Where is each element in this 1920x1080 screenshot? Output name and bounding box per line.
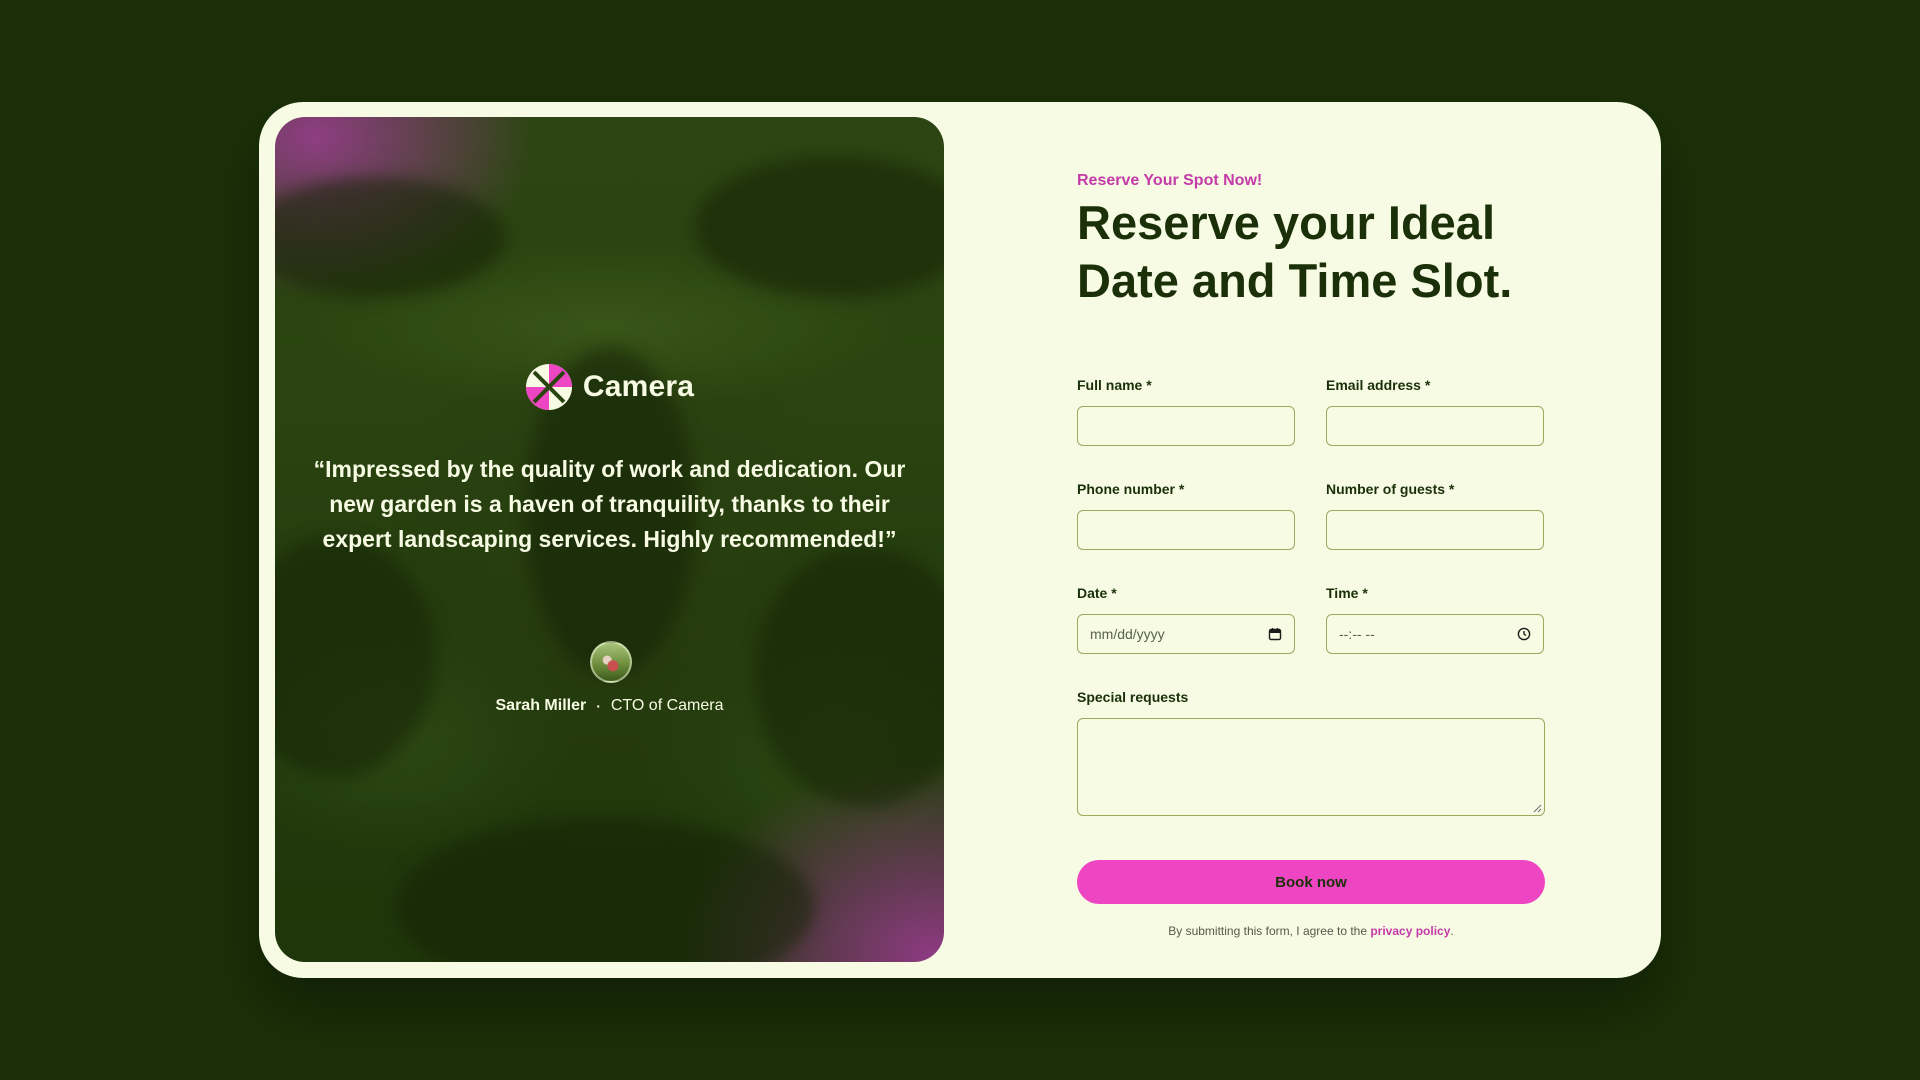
page-title: Reserve your Ideal Date and Time Slot. [1077,196,1513,307]
email-label: Email address * [1326,377,1431,393]
date-field[interactable]: mm/dd/yyyy [1077,614,1295,654]
foliage-shape [275,537,435,777]
special-requests-textarea[interactable] [1077,718,1545,816]
phone-field[interactable] [1077,510,1295,550]
full-name-label: Full name * [1077,377,1152,393]
book-now-button[interactable]: Book now [1077,860,1545,904]
clock-icon[interactable] [1517,627,1531,641]
brand-name: Camera [582,370,695,403]
special-requests-label: Special requests [1077,689,1189,705]
date-label: Date * [1077,585,1117,601]
avatar [590,641,632,683]
calendar-icon[interactable] [1268,627,1282,641]
booking-card: Camera “Impressed by the quality of work… [259,102,1661,978]
time-field[interactable]: --:-- -- [1326,614,1544,654]
testimonial-panel: Camera “Impressed by the quality of work… [275,117,944,962]
foliage-shape [755,547,944,807]
foliage-shape [275,177,505,297]
email-field[interactable] [1326,406,1544,446]
time-placeholder: --:-- -- [1339,626,1375,642]
author-separator: · [596,698,601,714]
foliage-shape [395,817,815,962]
privacy-policy-link[interactable]: privacy policy [1370,924,1450,938]
time-label: Time * [1326,585,1368,601]
privacy-suffix: . [1450,924,1454,938]
date-placeholder: mm/dd/yyyy [1090,626,1165,642]
testimonial-author: Sarah Miller · CTO of Camera [275,697,944,715]
privacy-prefix: By submitting this form, I agree to the [1168,924,1371,938]
reservation-form: Reserve Your Spot Now! Reserve your Idea… [1077,102,1547,978]
phone-label: Phone number * [1077,481,1185,497]
full-name-field[interactable] [1077,406,1295,446]
foliage-shape [695,157,944,297]
privacy-notice: By submitting this form, I agree to the … [1077,924,1545,938]
author-role: CTO of Camera [610,697,724,714]
guests-field[interactable] [1326,510,1544,550]
camera-logo-icon [525,364,572,410]
resize-handle-icon[interactable] [1533,804,1542,813]
eyebrow-text: Reserve Your Spot Now! [1077,172,1263,189]
author-name: Sarah Miller [495,697,587,714]
brand: Camera [275,363,944,411]
guests-label: Number of guests * [1326,481,1455,497]
testimonial-quote: “Impressed by the quality of work and de… [313,456,906,552]
